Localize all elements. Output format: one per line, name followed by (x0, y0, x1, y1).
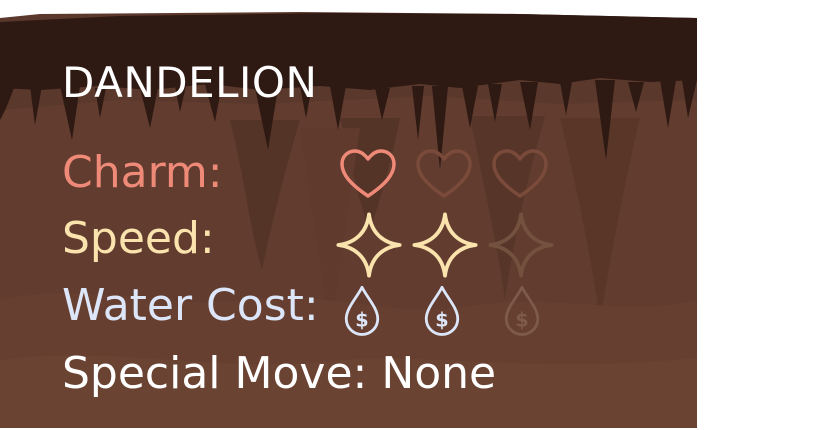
speed-label: Speed: (62, 213, 215, 264)
special-move-label: Special Move: None (62, 348, 497, 399)
water-drop-dollar-icon: $ (494, 282, 550, 338)
plant-stats-card: DANDELION Charm: Speed: Water Cost: $ $ … (0, 0, 816, 430)
sparkle-icon (410, 210, 480, 280)
heart-icon (412, 144, 476, 208)
water-cost-label: Water Cost: (62, 280, 319, 331)
svg-text:$: $ (515, 309, 528, 332)
svg-text:$: $ (435, 309, 448, 332)
plant-name: DANDELION (62, 58, 318, 107)
sparkle-icon (334, 210, 404, 280)
heart-icon (336, 144, 400, 208)
sparkle-icon (486, 210, 556, 280)
svg-text:$: $ (355, 309, 368, 332)
heart-icon (488, 144, 552, 208)
water-drop-dollar-icon: $ (414, 282, 470, 338)
charm-label: Charm: (62, 147, 223, 198)
water-drop-dollar-icon: $ (334, 282, 390, 338)
